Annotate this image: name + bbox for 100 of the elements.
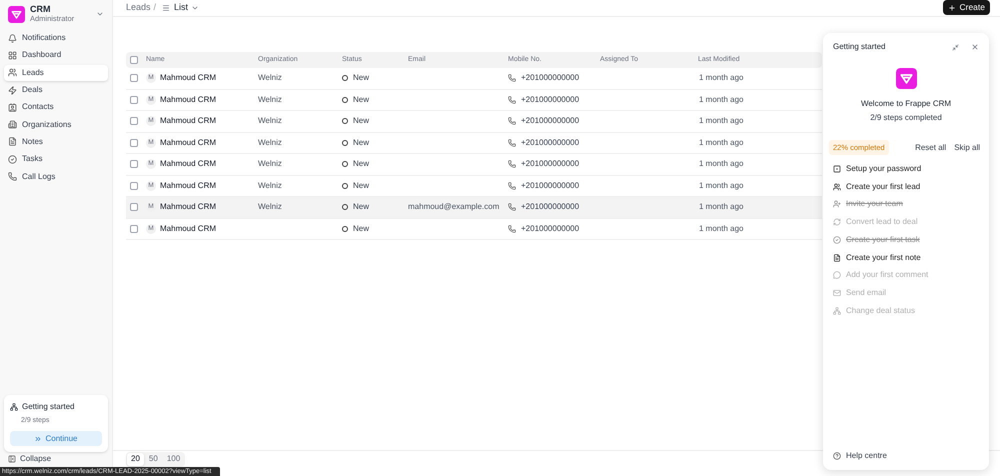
step-item[interactable]: Create your first lead xyxy=(833,178,979,195)
status-cell: New xyxy=(353,136,370,149)
mobile-cell: +201000000000 xyxy=(521,180,580,192)
checkbox[interactable] xyxy=(130,160,138,168)
sidebar-item[interactable]: Deals xyxy=(4,82,108,98)
progress-text: 2/9 steps completed xyxy=(870,112,942,124)
chevron-down-icon[interactable] xyxy=(96,10,104,18)
organization-cell: Welniz xyxy=(258,73,282,82)
sidebar-item[interactable]: Notifications xyxy=(4,30,108,46)
mobile-cell: +201000000000 xyxy=(521,72,580,84)
phone-icon xyxy=(508,203,516,212)
modified-cell: 1 month ago xyxy=(699,116,744,126)
refresh-icon xyxy=(833,218,841,226)
checkbox[interactable] xyxy=(130,56,138,64)
breadcrumb-separator: / xyxy=(154,0,156,14)
organization-cell: Welniz xyxy=(258,180,282,190)
check-circle-icon xyxy=(8,154,17,164)
help-centre-link[interactable]: Help centre xyxy=(846,450,887,462)
checkbox[interactable] xyxy=(130,203,138,212)
checkbox[interactable] xyxy=(130,117,138,126)
skip-all-button[interactable]: Skip all xyxy=(954,142,980,154)
sidebar-item[interactable]: Call Logs xyxy=(4,168,108,185)
status-cell: New xyxy=(353,94,370,106)
lead-name: Mahmoud CRM xyxy=(160,72,216,84)
panel-title: Getting started xyxy=(833,41,886,53)
status-cell: New xyxy=(353,115,370,128)
checkbox[interactable] xyxy=(130,138,138,147)
view-selector[interactable]: List xyxy=(174,0,188,14)
modified-cell: 1 month ago xyxy=(699,180,744,190)
sidebar-item[interactable]: Leads xyxy=(4,64,108,81)
mobile-cell: +201000000000 xyxy=(521,94,580,106)
continue-button[interactable]: Continue xyxy=(10,431,102,446)
user-plus-icon xyxy=(833,200,841,208)
bell-icon xyxy=(8,34,17,43)
modified-cell: 1 month ago xyxy=(699,73,744,82)
mobile-cell: +201000000000 xyxy=(521,222,580,235)
checkbox[interactable] xyxy=(130,182,138,190)
mail-icon xyxy=(833,288,841,297)
sidebar-label: Tasks xyxy=(22,153,42,166)
contact-card-icon xyxy=(8,102,17,112)
step-item[interactable]: Setup your password xyxy=(833,161,979,177)
getting-started-title: Getting started xyxy=(22,400,74,412)
plus-icon xyxy=(948,4,956,12)
checkbox[interactable] xyxy=(130,74,138,82)
users-icon xyxy=(8,68,17,78)
mobile-cell: +201000000000 xyxy=(521,115,580,128)
phone-icon xyxy=(508,182,516,190)
page-size-option[interactable]: 50 xyxy=(144,452,162,466)
checkbox[interactable] xyxy=(130,224,138,233)
create-button[interactable]: Create xyxy=(943,0,990,15)
logo-icon xyxy=(896,68,916,89)
sidebar-item[interactable]: Organizations xyxy=(4,116,108,133)
sidebar-label: Notes xyxy=(22,136,43,148)
email-cell: mahmoud@example.com xyxy=(408,202,500,212)
sidebar-label: Deals xyxy=(22,84,42,96)
reset-all-button[interactable]: Reset all xyxy=(915,142,946,154)
lightning-icon xyxy=(8,86,17,95)
help-icon xyxy=(833,452,841,460)
sidebar-label: Organizations xyxy=(22,118,72,131)
breadcrumb-link[interactable]: Leads xyxy=(126,0,151,14)
sidebar-item[interactable]: Dashboard xyxy=(4,47,108,64)
status-cell: New xyxy=(353,201,370,214)
page-size-option[interactable]: 100 xyxy=(162,452,184,466)
sidebar-item[interactable]: Tasks xyxy=(4,151,108,168)
phone-icon xyxy=(508,224,516,233)
collapse-label[interactable]: Collapse xyxy=(20,453,52,465)
status-cell: New xyxy=(353,222,370,235)
status-cell: New xyxy=(353,158,370,170)
step-item[interactable]: Create your first note xyxy=(833,250,979,266)
status-cell: New xyxy=(353,180,370,192)
lead-name: Mahmoud CRM xyxy=(160,136,216,149)
phone-icon xyxy=(508,117,516,126)
modified-cell: 1 month ago xyxy=(699,94,744,104)
modified-cell: 1 month ago xyxy=(699,202,744,212)
organization-cell: Welniz xyxy=(258,159,282,168)
document-icon xyxy=(833,254,841,262)
phone-icon xyxy=(508,74,516,82)
checkbox[interactable] xyxy=(130,96,138,104)
welcome-heading: Welcome to Frappe CRM xyxy=(860,98,952,110)
minimize-icon[interactable] xyxy=(952,44,959,50)
users-icon xyxy=(833,182,841,191)
check-circle-icon xyxy=(833,236,841,244)
phone-icon xyxy=(8,172,17,182)
list-icon xyxy=(162,4,170,12)
phone-icon xyxy=(508,160,516,168)
sidebar-item[interactable]: Contacts xyxy=(4,99,108,116)
sidebar-label: Leads xyxy=(22,66,44,79)
sidebar-item[interactable]: Notes xyxy=(4,134,108,150)
lead-name: Mahmoud CRM xyxy=(160,115,216,128)
organization-cell: Welniz xyxy=(258,94,282,104)
app-name: CRM xyxy=(30,5,52,14)
logo-icon xyxy=(8,6,25,22)
collapse-icon[interactable] xyxy=(8,455,16,463)
close-icon[interactable] xyxy=(971,43,979,51)
double-chevron-icon xyxy=(34,434,42,442)
status-cell: New xyxy=(353,72,370,84)
lead-name: Mahmoud CRM xyxy=(160,158,216,170)
page-size-option[interactable]: 20 xyxy=(127,452,144,466)
network-icon xyxy=(10,402,18,410)
sidebar-label: Notifications xyxy=(22,32,66,44)
